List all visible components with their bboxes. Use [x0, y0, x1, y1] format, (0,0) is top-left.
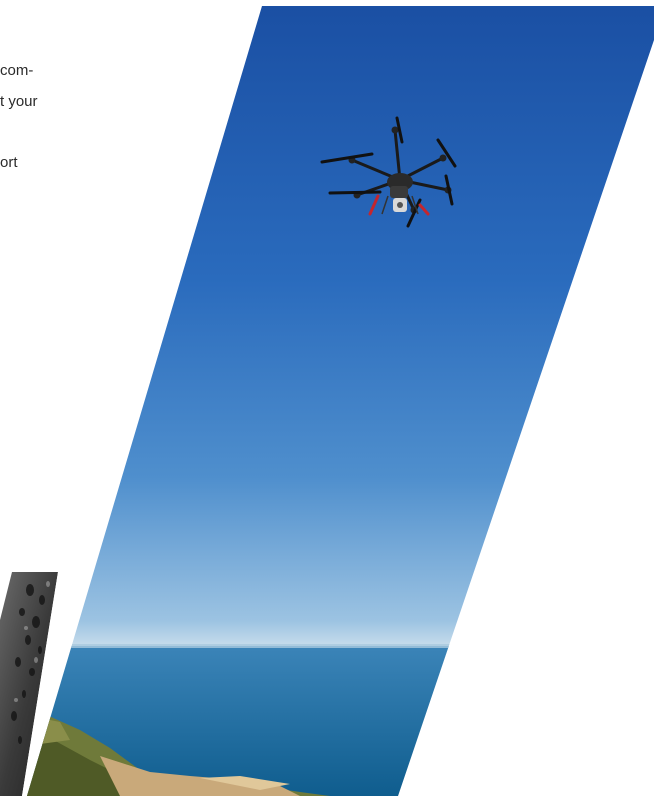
drone-photo	[27, 6, 654, 796]
image-collage	[0, 6, 654, 796]
